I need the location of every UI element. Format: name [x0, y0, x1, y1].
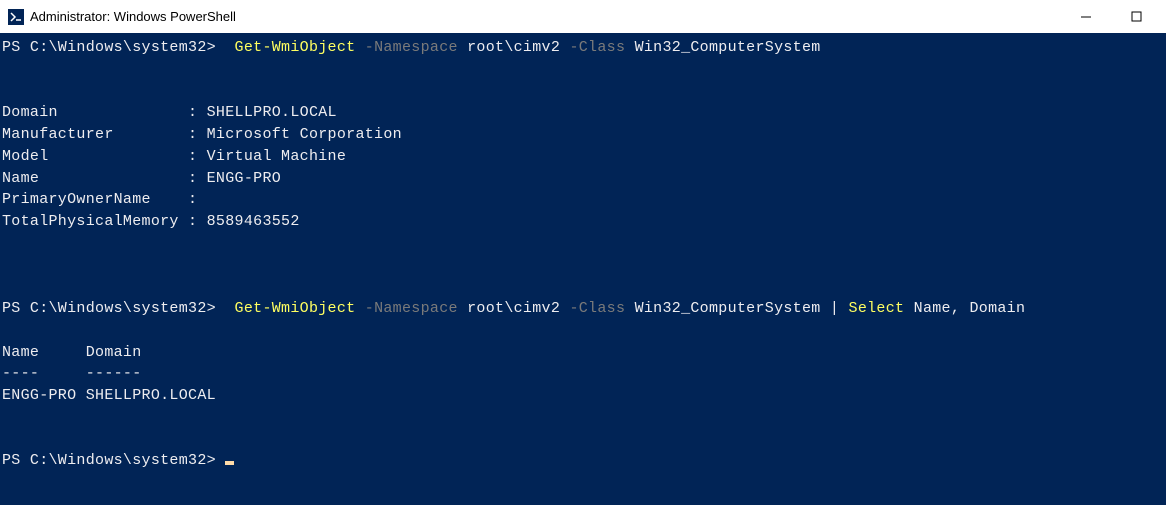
table-row: ENGG-PRO SHELLPRO.LOCAL [2, 387, 216, 404]
output-line: Domain : SHELLPRO.LOCAL [2, 104, 337, 121]
cmdlet-select: Select [849, 300, 905, 317]
cmdlet: Get-WmiObject [235, 300, 356, 317]
arg-class: Win32_ComputerSystem [635, 39, 821, 56]
arg-namespace: root\cimv2 [467, 300, 560, 317]
pipe: | [830, 300, 839, 317]
param-namespace: -Namespace [365, 300, 458, 317]
output-line: Manufacturer : Microsoft Corporation [2, 126, 402, 143]
output-line: TotalPhysicalMemory : 8589463552 [2, 213, 300, 230]
terminal-area[interactable]: PS C:\Windows\system32> Get-WmiObject -N… [0, 33, 1166, 505]
titlebar[interactable]: Administrator: Windows PowerShell [0, 0, 1166, 33]
prompt: PS C:\Windows\system32> [2, 452, 216, 469]
output-line: PrimaryOwnerName : [2, 191, 197, 208]
table-header: Name Domain [2, 344, 142, 361]
window-controls [1076, 7, 1158, 27]
maximize-button[interactable] [1126, 7, 1146, 27]
output-line: Model : Virtual Machine [2, 148, 346, 165]
param-class: -Class [569, 300, 625, 317]
powershell-icon [8, 9, 24, 25]
prompt: PS C:\Windows\system32> [2, 300, 216, 317]
window-title: Administrator: Windows PowerShell [30, 9, 1076, 24]
param-namespace: -Namespace [365, 39, 458, 56]
cmdlet: Get-WmiObject [235, 39, 356, 56]
prompt: PS C:\Windows\system32> [2, 39, 216, 56]
powershell-window: Administrator: Windows PowerShell PS C:\… [0, 0, 1166, 505]
arg-namespace: root\cimv2 [467, 39, 560, 56]
table-separator: ---- ------ [2, 365, 142, 382]
param-class: -Class [569, 39, 625, 56]
select-columns: Name, Domain [914, 300, 1026, 317]
minimize-button[interactable] [1076, 7, 1096, 27]
cursor [225, 461, 234, 465]
output-line: Name : ENGG-PRO [2, 170, 281, 187]
arg-class: Win32_ComputerSystem [635, 300, 821, 317]
